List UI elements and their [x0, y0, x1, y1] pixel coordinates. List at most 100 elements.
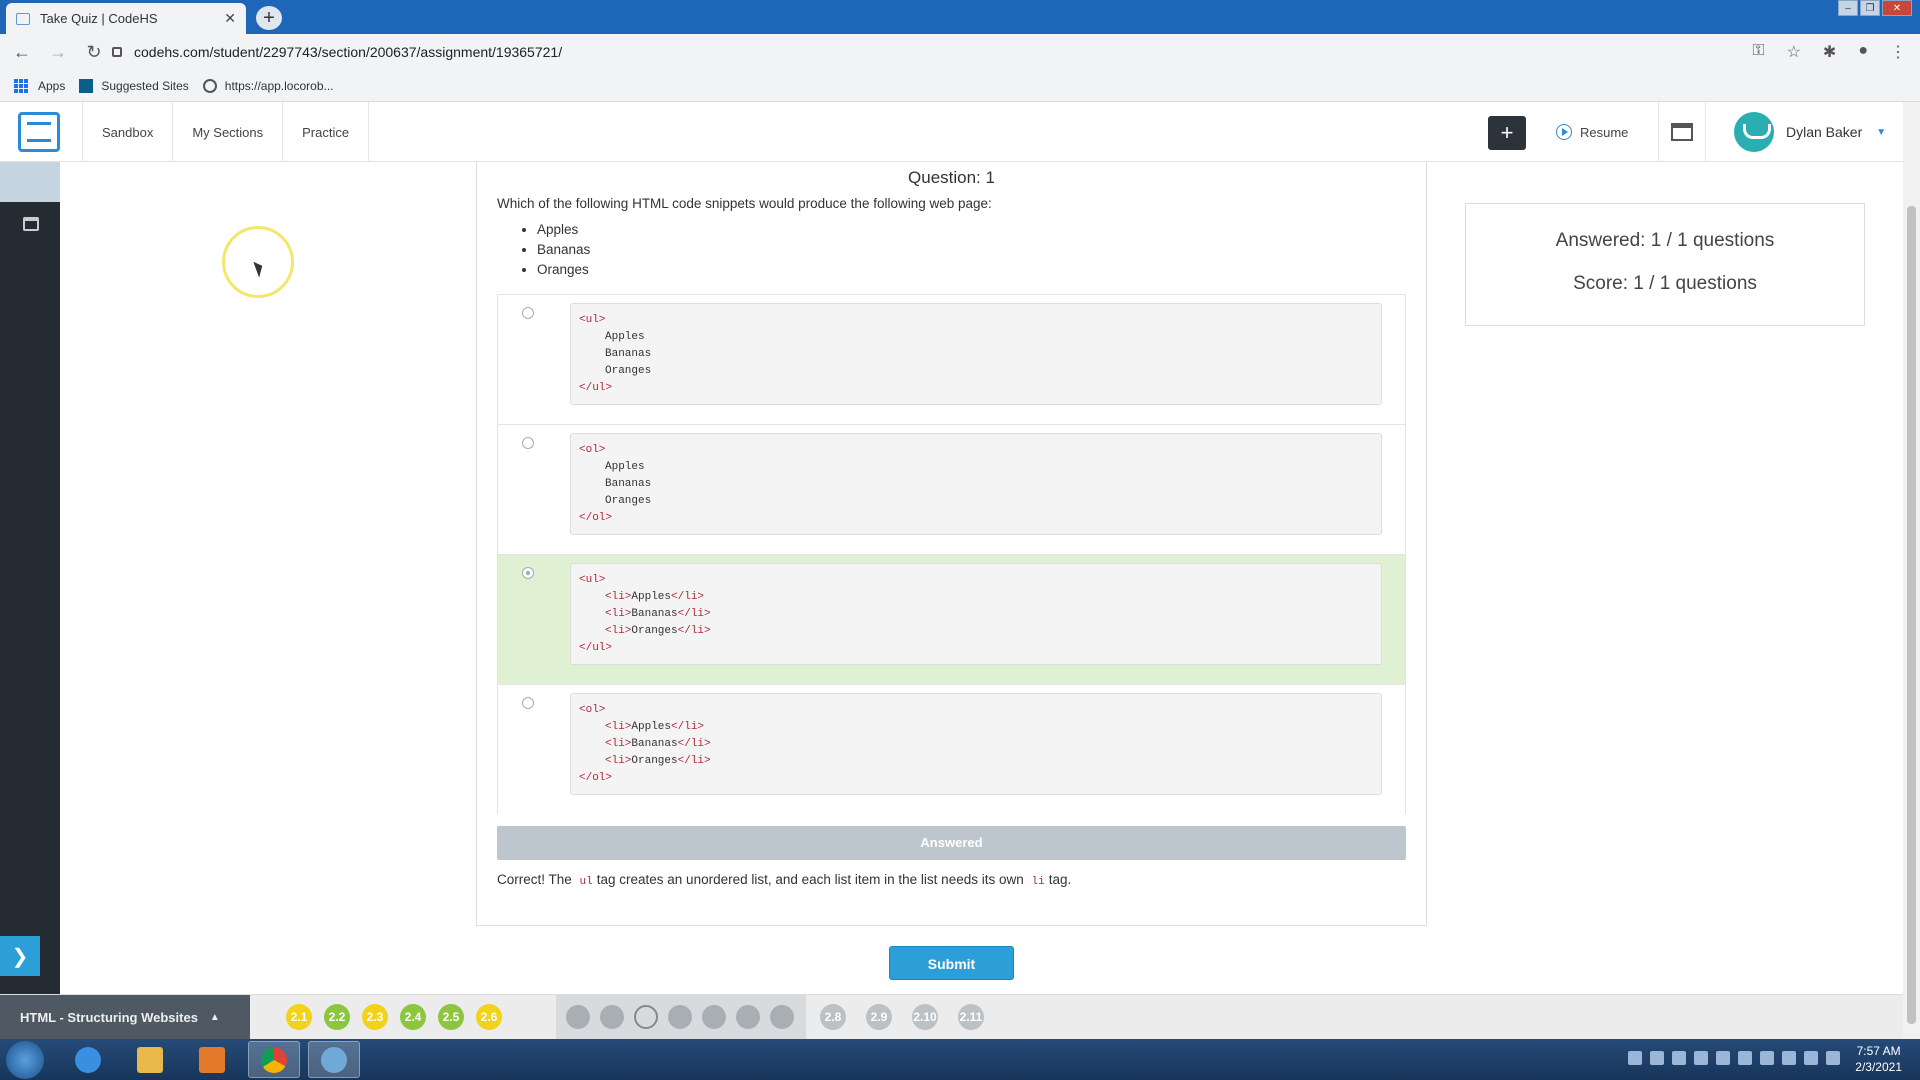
chevron-down-icon: ▼ — [1876, 126, 1887, 138]
lesson-badge[interactable]: 2.1 — [286, 1004, 312, 1030]
user-menu[interactable]: Dylan Baker ▼ — [1734, 102, 1886, 162]
code-line: Bananas — [579, 476, 1373, 493]
window-close-icon[interactable]: ✕ — [1882, 0, 1912, 16]
radio-button[interactable] — [522, 307, 534, 319]
submit-button[interactable]: Submit — [889, 946, 1014, 980]
course-progress-bar: HTML - Structuring Websites ▲ 2.1 2.2 2.… — [0, 994, 1903, 1039]
start-button-icon[interactable] — [6, 1041, 44, 1079]
chrome-icon[interactable] — [248, 1041, 300, 1078]
nav-my-sections[interactable]: My Sections — [172, 102, 282, 162]
tray-icon[interactable] — [1672, 1051, 1686, 1065]
star-icon[interactable]: ☆ — [1787, 42, 1801, 62]
tray-icon[interactable] — [1650, 1051, 1664, 1065]
layout-icon — [1671, 123, 1693, 141]
bookmark-apps[interactable]: Apps — [14, 78, 65, 93]
radio-button[interactable] — [522, 567, 534, 579]
app-window-icon[interactable] — [308, 1041, 360, 1078]
tab-close-icon[interactable]: ✕ — [224, 10, 236, 27]
radio-button[interactable] — [522, 697, 534, 709]
page-scrollbar[interactable] — [1903, 102, 1920, 1039]
code-line: <li>Oranges</li> — [579, 753, 1373, 770]
code-text: Bananas — [631, 608, 678, 620]
lesson-badge[interactable]: 2.6 — [476, 1004, 502, 1030]
quiz-check-icon[interactable] — [634, 1005, 658, 1029]
answer-option-2[interactable]: <ol> Apples Bananas Oranges </ol> — [498, 425, 1405, 555]
code-tag: </ul> — [579, 382, 613, 394]
nav-practice[interactable]: Practice — [282, 102, 370, 162]
bookmark-locorob[interactable]: https://app.locorob... — [202, 78, 334, 93]
internet-explorer-icon[interactable] — [62, 1041, 114, 1078]
globe-icon — [202, 78, 217, 93]
lesson-badge[interactable]: 2.3 — [362, 1004, 388, 1030]
back-icon[interactable]: ← — [8, 42, 36, 63]
code-line: <ul> — [579, 572, 1373, 589]
lesson-badge[interactable]: 2.4 — [400, 1004, 426, 1030]
lesson-badge[interactable]: 2.9 — [866, 1004, 892, 1030]
tray-icon[interactable] — [1628, 1051, 1642, 1065]
expand-sidebar-button[interactable]: ❯ — [0, 936, 40, 976]
question-text: Which of the following HTML code snippet… — [497, 196, 992, 211]
layout-toggle-button[interactable] — [1658, 102, 1706, 162]
quiz-panel: Question: 1 Which of the following HTML … — [476, 162, 1427, 926]
codehs-logo-icon[interactable] — [18, 112, 60, 152]
forward-icon[interactable]: → — [44, 42, 72, 63]
nav-sandbox[interactable]: Sandbox — [82, 102, 172, 162]
profile-icon[interactable]: ● — [1858, 42, 1868, 62]
feedback-suffix: tag. — [1048, 872, 1072, 887]
minus-icon[interactable] — [566, 1005, 590, 1029]
score-count: Score: 1 / 1 questions — [1573, 273, 1757, 294]
sidebar-top-item[interactable] — [0, 162, 60, 202]
calendar-icon[interactable] — [23, 217, 39, 231]
volume-icon[interactable] — [1782, 1051, 1796, 1065]
code-tag: </li> — [677, 755, 711, 767]
bookmark-suggested-sites[interactable]: Suggested Sites — [79, 78, 189, 93]
lesson-badge[interactable]: 2.10 — [912, 1004, 938, 1030]
create-plus-button[interactable]: + — [1488, 116, 1526, 150]
lesson-badge[interactable]: 2.2 — [324, 1004, 350, 1030]
pencil-icon[interactable] — [702, 1005, 726, 1029]
reload-icon[interactable]: ↻ — [80, 42, 108, 63]
tray-icon[interactable] — [1716, 1051, 1730, 1065]
bookmark-label: https://app.locorob... — [224, 78, 334, 93]
code-tag: <ul> — [579, 574, 606, 586]
answer-option-4[interactable]: <ol> <li>Apples</li> <li>Bananas</li> <li>O… — [498, 685, 1405, 815]
lesson-badge[interactable]: 2.11 — [958, 1004, 984, 1030]
media-player-icon[interactable] — [186, 1041, 238, 1078]
minimize-icon[interactable]: – — [1838, 0, 1858, 16]
taskbar-clock[interactable]: 7:57 AM 2/3/2021 — [1855, 1043, 1902, 1075]
unit-selector[interactable]: HTML - Structuring Websites ▲ — [0, 995, 250, 1039]
tray-icon[interactable] — [1694, 1051, 1708, 1065]
radio-button[interactable] — [522, 437, 534, 449]
extensions-icon[interactable]: ✱ — [1823, 42, 1836, 62]
restore-icon[interactable]: ❐ — [1860, 0, 1880, 16]
new-tab-button[interactable]: + — [256, 6, 282, 30]
window-controls: – ❐ ✕ — [1838, 0, 1912, 16]
browser-tab[interactable]: Take Quiz | CodeHS ✕ — [6, 3, 246, 34]
tray-icon[interactable] — [1804, 1051, 1818, 1065]
list-item: Apples — [537, 220, 590, 240]
network-icon[interactable] — [1826, 1051, 1840, 1065]
code-text: Oranges — [631, 625, 678, 637]
menu-dots-icon[interactable]: ⋮ — [1890, 42, 1906, 62]
tray-icon[interactable] — [1738, 1051, 1752, 1065]
video-icon[interactable] — [600, 1005, 624, 1029]
lesson-badge[interactable]: 2.8 — [820, 1004, 846, 1030]
answer-option-1[interactable]: <ul> Apples Bananas Oranges </ul> — [498, 295, 1405, 425]
address-bar: ← → ↻ codehs.com/student/2297743/section… — [0, 34, 1920, 70]
code-snippet: <ul> <li>Apples</li> <li>Bananas</li> <li>O… — [570, 563, 1382, 665]
file-explorer-icon[interactable] — [124, 1041, 176, 1078]
avatar — [1734, 112, 1774, 152]
code-tag: <ul> — [579, 314, 606, 326]
tray-icon[interactable] — [1760, 1051, 1774, 1065]
resume-button[interactable]: Resume — [1556, 102, 1628, 162]
pencil-icon[interactable] — [736, 1005, 760, 1029]
document-icon[interactable] — [668, 1005, 692, 1029]
code-line: Oranges — [579, 493, 1373, 510]
scrollbar-thumb[interactable] — [1907, 206, 1916, 1024]
url-field[interactable]: codehs.com/student/2297743/section/20063… — [112, 39, 1772, 65]
answer-option-3[interactable]: <ul> <li>Apples</li> <li>Bananas</li> <li>O… — [498, 555, 1405, 685]
code-tag: <li> — [605, 738, 632, 750]
pencil-icon[interactable] — [770, 1005, 794, 1029]
key-icon[interactable]: ⚿ — [1752, 42, 1764, 62]
lesson-badge[interactable]: 2.5 — [438, 1004, 464, 1030]
